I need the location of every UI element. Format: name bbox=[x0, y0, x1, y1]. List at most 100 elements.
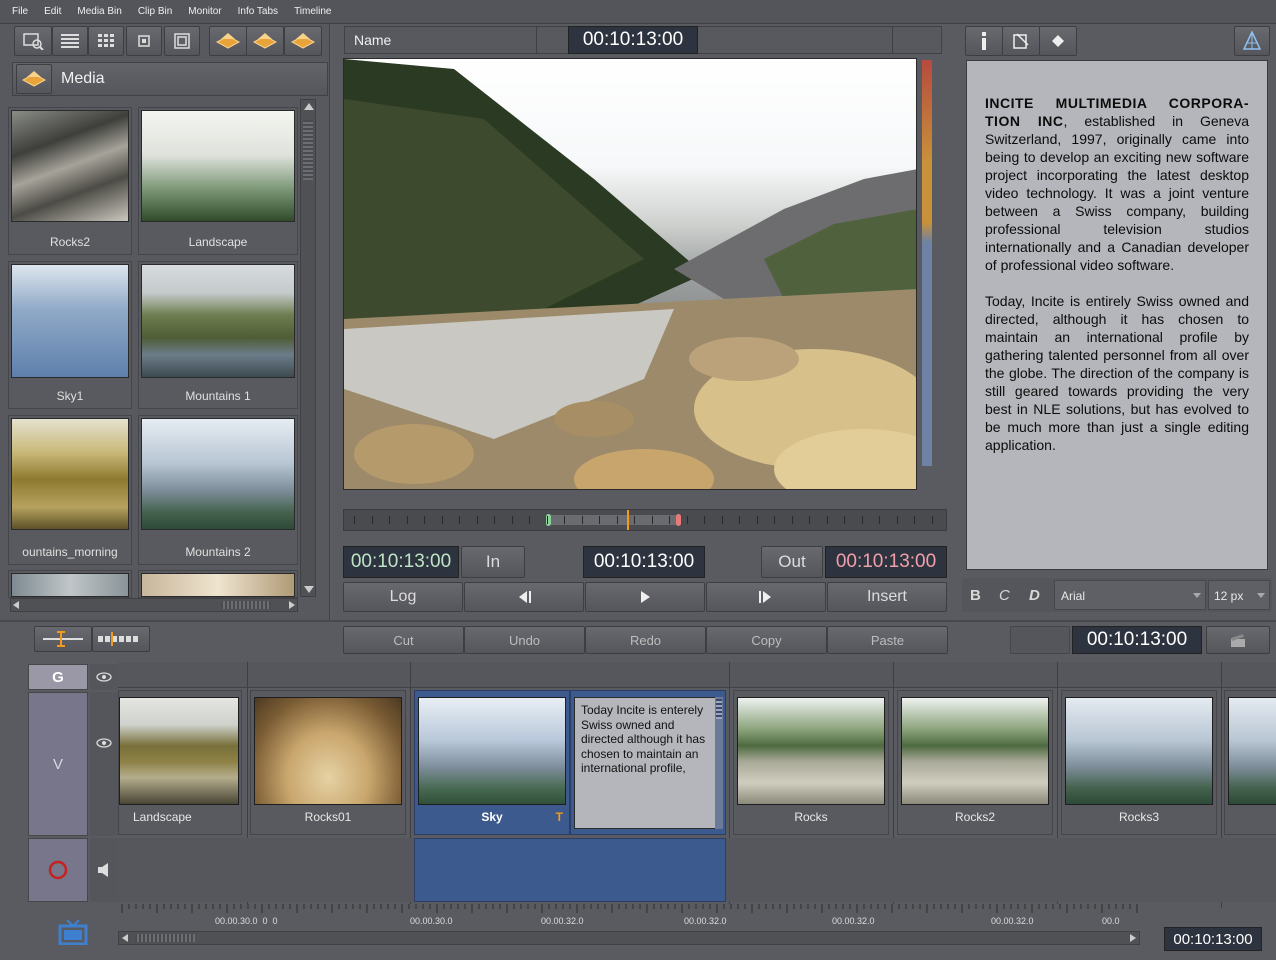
title-marker: T bbox=[555, 810, 563, 824]
media-item[interactable]: ountains_morning bbox=[8, 415, 132, 565]
step-back-button[interactable] bbox=[464, 582, 584, 612]
timeline-clip-partial[interactable] bbox=[1224, 690, 1276, 835]
media-item[interactable]: Rocks2 bbox=[8, 107, 132, 255]
media-bin-icon[interactable] bbox=[16, 64, 52, 94]
time-ruler[interactable]: 00.00.30.0 0 0 00.00.30.0 00.00.32.0 00.… bbox=[118, 904, 1140, 930]
scrub-tick bbox=[354, 516, 355, 524]
trim-mode-button[interactable] bbox=[34, 626, 92, 652]
ruler-ticks bbox=[121, 904, 1138, 913]
insert-button[interactable]: Insert bbox=[827, 582, 947, 612]
timeline-clip-rocks[interactable]: Rocks bbox=[733, 690, 889, 835]
menu-file[interactable]: File bbox=[12, 6, 28, 17]
scrub-tick bbox=[424, 516, 425, 524]
video-visibility-toggle[interactable] bbox=[90, 692, 118, 836]
font-size-select[interactable]: 12 px bbox=[1208, 580, 1270, 610]
scroll-thumb[interactable] bbox=[135, 934, 195, 942]
info-text-area[interactable]: INCITE MULTIMEDIA CORPORA-TION INC, esta… bbox=[966, 60, 1268, 570]
scroll-thumb[interactable] bbox=[303, 120, 313, 180]
step-forward-button[interactable] bbox=[706, 582, 826, 612]
menu-clip-bin[interactable]: Clip Bin bbox=[138, 6, 172, 17]
header-timecode: 00:10:13:00 bbox=[568, 26, 698, 54]
paste-button[interactable]: Paste bbox=[827, 626, 948, 654]
clapper-button[interactable] bbox=[1206, 626, 1270, 654]
playhead[interactable] bbox=[627, 510, 629, 530]
text-title-content: Today Incite is enterely Swiss owned and… bbox=[574, 697, 716, 829]
grid-view-button[interactable] bbox=[88, 26, 124, 56]
audio-mute-toggle[interactable] bbox=[90, 838, 118, 902]
search-view-button[interactable] bbox=[14, 26, 52, 56]
timeline-clip-rocks2[interactable]: Rocks2 bbox=[897, 690, 1053, 835]
bin-icon-button-3[interactable] bbox=[284, 26, 322, 56]
media-item-partial[interactable] bbox=[138, 570, 298, 598]
scrub-tick bbox=[494, 516, 495, 524]
scroll-right-icon[interactable] bbox=[289, 601, 295, 609]
incite-logo-button[interactable] bbox=[1234, 26, 1270, 56]
menu-monitor[interactable]: Monitor bbox=[188, 6, 221, 17]
marker-tab-button[interactable] bbox=[1039, 26, 1077, 56]
scroll-down-icon[interactable] bbox=[304, 586, 314, 593]
bin-icon-button-1[interactable] bbox=[209, 26, 247, 56]
redo-button[interactable]: Redo bbox=[585, 626, 706, 654]
small-thumb-button[interactable] bbox=[126, 26, 162, 56]
scrub-tick bbox=[861, 516, 863, 524]
list-view-button[interactable] bbox=[52, 26, 88, 56]
timeline-clip-landscape[interactable]: Landscape bbox=[118, 690, 242, 835]
edit-tab-button[interactable] bbox=[1002, 26, 1040, 56]
scrub-tick bbox=[564, 516, 565, 524]
clip-name-label: Name bbox=[354, 32, 392, 48]
media-vertical-scrollbar[interactable] bbox=[300, 99, 316, 597]
play-button[interactable] bbox=[585, 582, 705, 612]
scrub-tick bbox=[931, 516, 933, 524]
text-title-clip[interactable]: Today Incite is enterely Swiss owned and… bbox=[570, 690, 726, 835]
bold-button[interactable]: B bbox=[970, 587, 981, 604]
menu-timeline[interactable]: Timeline bbox=[294, 6, 331, 17]
video-track-header[interactable]: V bbox=[28, 692, 88, 836]
media-item[interactable]: Mountains 2 bbox=[138, 415, 298, 565]
d-style-button[interactable]: D bbox=[1029, 587, 1040, 604]
media-item-partial[interactable] bbox=[8, 570, 132, 598]
log-button[interactable]: Log bbox=[343, 582, 463, 612]
scroll-left-icon[interactable] bbox=[13, 601, 19, 609]
scroll-left-icon[interactable] bbox=[122, 934, 128, 942]
menu-edit[interactable]: Edit bbox=[44, 6, 61, 17]
timeline-clip-rocks01[interactable]: Rocks01 bbox=[250, 690, 406, 835]
in-timecode[interactable]: 00:10:13:00 bbox=[343, 546, 459, 578]
audio-track-header[interactable] bbox=[28, 838, 88, 902]
info-paragraph-2: Today, Incite is entirely Swiss owned an… bbox=[985, 293, 1249, 453]
menu-info-tabs[interactable]: Info Tabs bbox=[238, 6, 278, 17]
ruler-label: 00.00.30.0 0 0 bbox=[215, 916, 278, 926]
out-timecode[interactable]: 00:10:13:00 bbox=[825, 546, 947, 578]
media-item[interactable]: Landscape bbox=[138, 107, 298, 255]
in-button[interactable]: In bbox=[461, 546, 525, 578]
bin-icon-button-2[interactable] bbox=[246, 26, 284, 56]
c-style-button[interactable]: C bbox=[999, 587, 1010, 604]
text-clip-scrollbar[interactable] bbox=[715, 697, 723, 829]
selected-audio-region[interactable] bbox=[414, 838, 726, 902]
group-visibility-toggle[interactable] bbox=[90, 664, 118, 690]
font-select[interactable]: Arial bbox=[1054, 580, 1206, 610]
large-thumb-button[interactable] bbox=[164, 26, 200, 56]
timeline-clip-sky[interactable]: Sky T bbox=[414, 690, 570, 835]
scroll-right-icon[interactable] bbox=[1130, 934, 1136, 942]
out-point-marker[interactable] bbox=[676, 514, 681, 526]
slip-mode-button[interactable] bbox=[92, 626, 150, 652]
media-item[interactable]: Sky1 bbox=[8, 261, 132, 409]
scroll-up-icon[interactable] bbox=[304, 103, 314, 110]
eye-icon bbox=[96, 672, 112, 682]
scroll-thumb[interactable] bbox=[221, 601, 271, 609]
thumb-mountains2 bbox=[141, 418, 295, 530]
monitor-output-button[interactable] bbox=[28, 904, 118, 960]
timeline-clip-rocks3[interactable]: Rocks3 bbox=[1061, 690, 1217, 835]
undo-button[interactable]: Undo bbox=[464, 626, 585, 654]
out-button[interactable]: Out bbox=[761, 546, 823, 578]
group-track-header[interactable]: G bbox=[28, 664, 88, 690]
info-tab-button[interactable] bbox=[965, 26, 1003, 56]
media-item[interactable]: Mountains 1 bbox=[138, 261, 298, 409]
copy-button[interactable]: Copy bbox=[706, 626, 827, 654]
media-horizontal-scrollbar[interactable] bbox=[10, 598, 298, 612]
timeline-scrollbar[interactable] bbox=[118, 931, 1140, 945]
menu-media-bin[interactable]: Media Bin bbox=[77, 6, 121, 17]
scrub-bar[interactable] bbox=[343, 509, 947, 531]
cut-button[interactable]: Cut bbox=[343, 626, 464, 654]
chevron-down-icon bbox=[1257, 593, 1265, 598]
